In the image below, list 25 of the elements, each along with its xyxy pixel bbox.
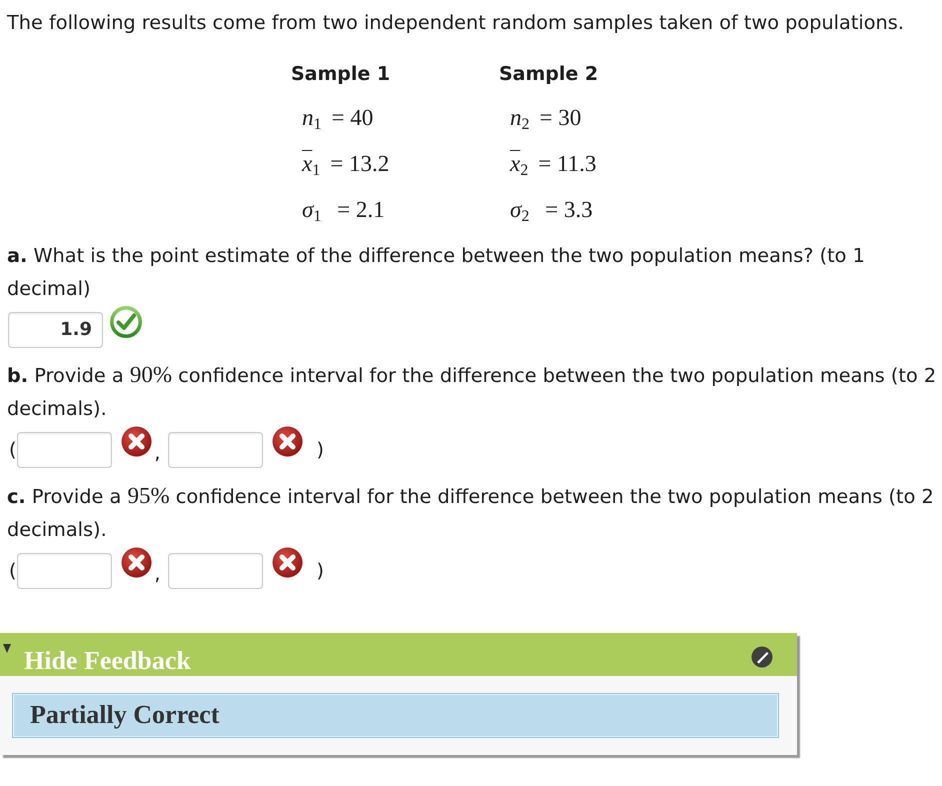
question-text: a. What is the point estimate of the difference between the two population means? (to 1 decimal): [7, 242, 866, 302]
open-parenthesis: (: [9, 438, 16, 463]
answer-field[interactable]: [168, 432, 264, 468]
answer-field[interactable]: [168, 552, 264, 588]
result-banner: Partially Correct: [12, 692, 779, 738]
formula-text: x$_{1}$ = 13.2: [300, 150, 390, 179]
formula-text: n$_{2}$ = 30: [509, 104, 582, 133]
close-parenthesis: ): [316, 558, 324, 584]
formula-text: n$_{1}$ = 40: [301, 104, 374, 133]
answer-field[interactable]: [17, 432, 112, 468]
open-parenthesis: (: [9, 558, 16, 584]
intro-text: The following results come from two independent random samples taken of two populations.: [7, 10, 905, 36]
sample-heading: Sample 2: [499, 62, 600, 87]
question-text: b. Provide a 90% confidence interval for the difference between the two population means (to 2 decimals).: [7, 361, 938, 422]
sample-heading: Sample 1: [291, 62, 392, 87]
question-text: c. Provide a 95% confidence interval for the difference between the two population means (to 2 decimals).: [7, 482, 935, 542]
formula-text: x$_{2}$ = 11.3: [508, 150, 596, 179]
edit-circle-icon[interactable]: [751, 646, 773, 668]
comma-separator: ,: [154, 441, 160, 466]
comma-separator: ,: [154, 562, 160, 586]
formula-text: σ$_{1}$ = 2.1: [301, 196, 385, 225]
formula-text: σ$_{2}$ = 3.3: [509, 196, 593, 225]
answer-field[interactable]: [17, 552, 112, 588]
close-parenthesis: ): [316, 438, 324, 463]
answer-field[interactable]: 1.9: [8, 312, 103, 348]
